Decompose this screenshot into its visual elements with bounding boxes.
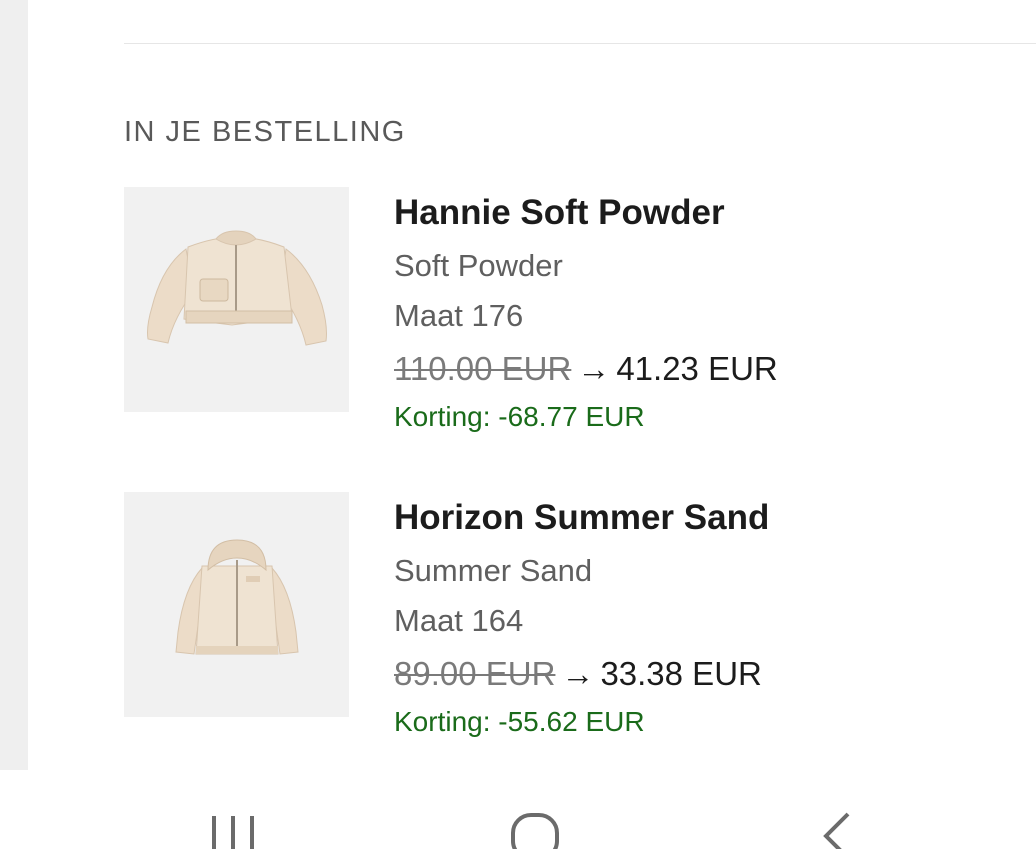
- price-row: 110.00 EUR → 41.23 EUR: [394, 341, 778, 397]
- product-size: Maat 176: [394, 298, 524, 333]
- product-name[interactable]: Hannie Soft Powder: [394, 191, 778, 235]
- order-item[interactable]: Hannie Soft Powder Soft Powder Maat 176 …: [124, 187, 1024, 447]
- price-arrow: →: [577, 350, 611, 387]
- discounted-price: 41.23 EUR: [616, 350, 778, 387]
- discount-amount: Korting: -55.62 EUR: [394, 706, 645, 737]
- product-name[interactable]: Horizon Summer Sand: [394, 496, 769, 540]
- recent-apps-icon[interactable]: [208, 810, 258, 854]
- back-icon[interactable]: [818, 810, 858, 854]
- home-icon[interactable]: [508, 810, 562, 854]
- section-divider: [124, 43, 1036, 44]
- product-variant: Summer Sand: [394, 553, 593, 588]
- product-variant: Soft Powder: [394, 248, 563, 283]
- product-size: Maat 164: [394, 603, 524, 638]
- left-edge-strip: [0, 0, 28, 770]
- order-item[interactable]: Horizon Summer Sand Summer Sand Maat 164…: [124, 492, 1024, 752]
- order-section-title: IN JE BESTELLING: [124, 116, 406, 148]
- discount-amount: Korting: -68.77 EUR: [394, 401, 645, 432]
- system-navigation-bar: [0, 770, 1036, 854]
- product-image-cropped-bomber-jacket[interactable]: [124, 187, 349, 412]
- discounted-price: 33.38 EUR: [600, 655, 762, 692]
- product-image-hooded-jacket[interactable]: [124, 492, 349, 717]
- price-arrow: →: [561, 655, 595, 692]
- original-price: 110.00 EUR: [394, 350, 572, 387]
- price-row: 89.00 EUR → 33.38 EUR: [394, 646, 769, 702]
- original-price: 89.00 EUR: [394, 655, 556, 692]
